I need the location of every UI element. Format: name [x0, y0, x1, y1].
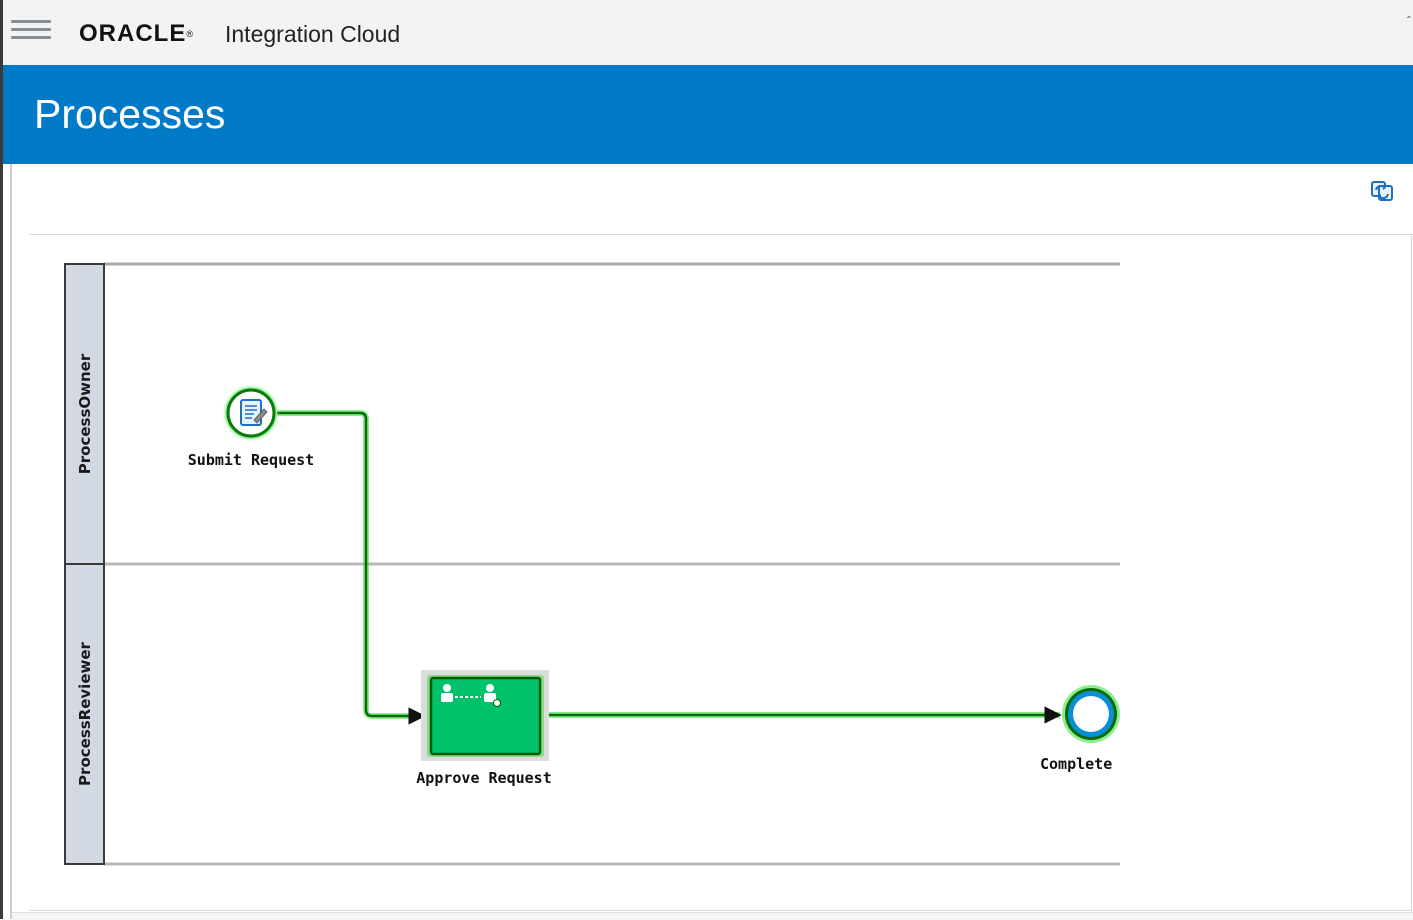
task-label: Approve Request — [416, 769, 551, 787]
process-diagram: ProcessOwner ProcessReviewer Submit Requ… — [64, 250, 1180, 880]
end-event-complete[interactable]: Complete — [1040, 685, 1120, 773]
lane-label-process-owner: ProcessOwner — [76, 353, 94, 474]
start-event-label: Submit Request — [188, 451, 314, 469]
canvas-clip — [1120, 250, 1180, 880]
lane-process-owner: ProcessOwner — [64, 262, 1120, 566]
start-event-submit-request[interactable]: Submit Request — [188, 387, 314, 469]
task-approve-request[interactable]: Approve Request — [416, 670, 552, 787]
end-event-label: Complete — [1040, 755, 1112, 773]
lane-label-process-reviewer: ProcessReviewer — [76, 641, 94, 785]
